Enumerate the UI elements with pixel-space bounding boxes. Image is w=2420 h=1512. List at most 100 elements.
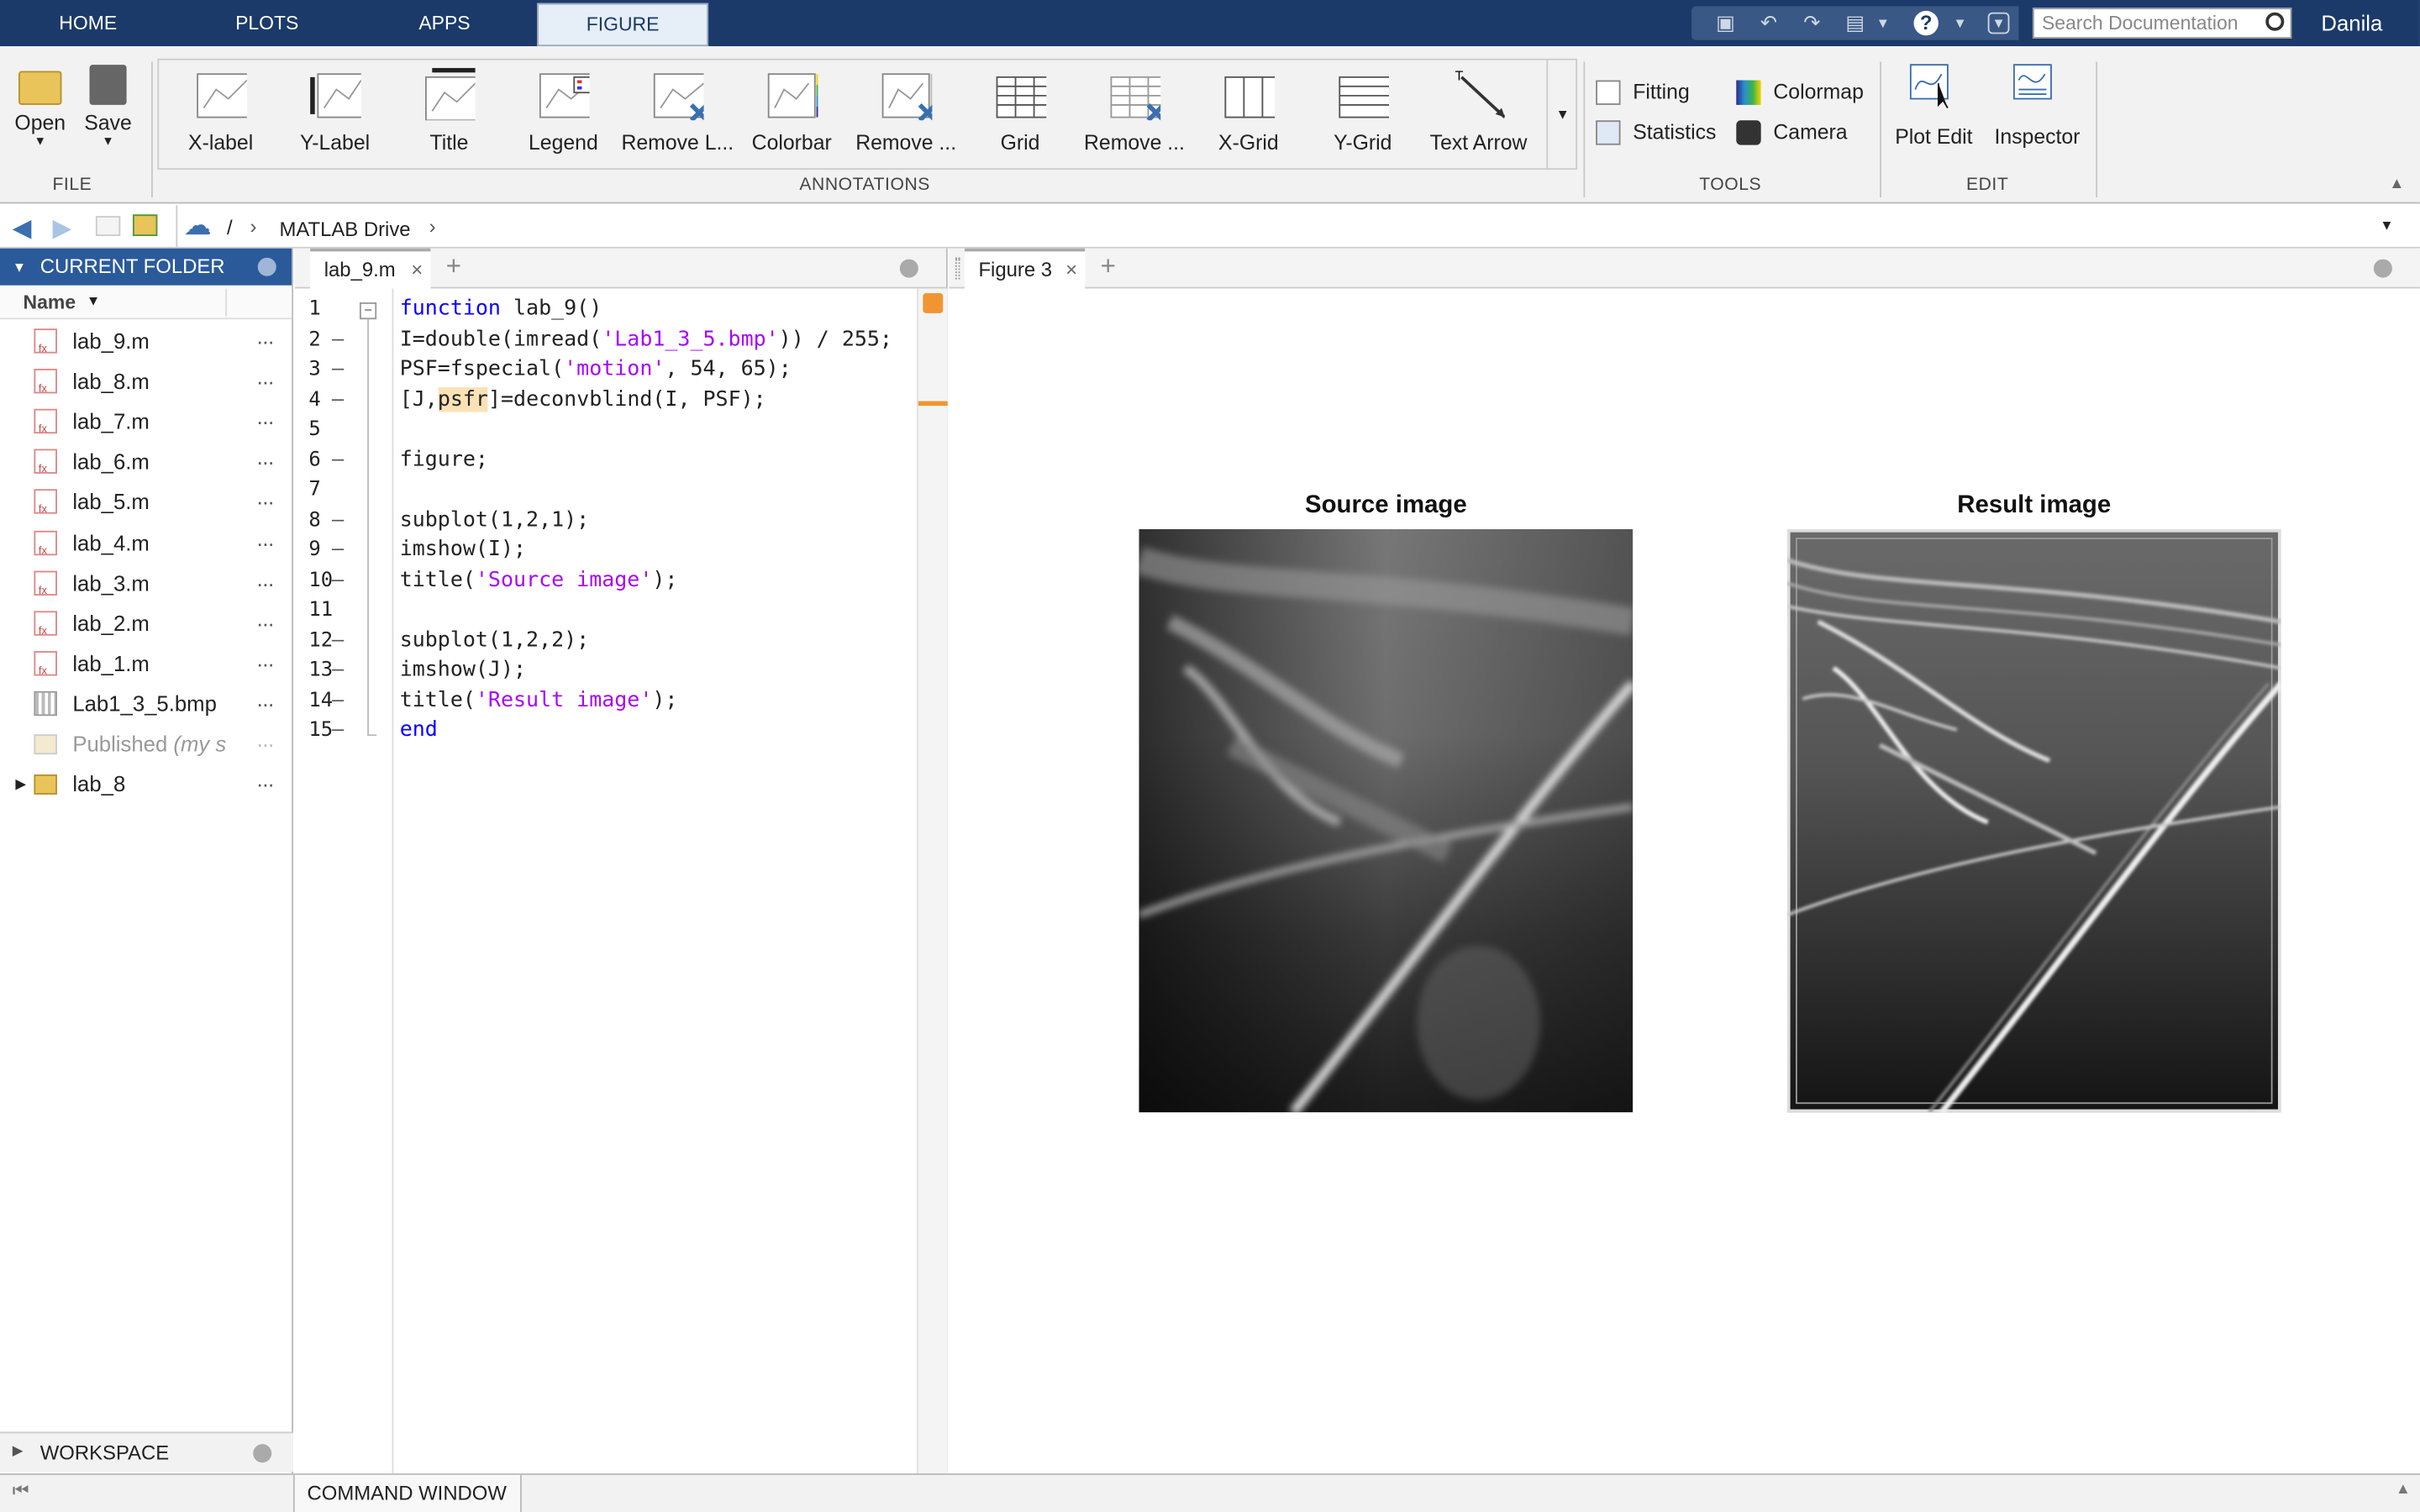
panel-menu-icon[interactable] — [257, 257, 276, 276]
statistics-button[interactable]: Statistics — [1596, 118, 1716, 149]
back-icon[interactable]: ◀ — [13, 213, 32, 244]
tab-home[interactable]: HOME — [24, 0, 151, 46]
breakpoint-marker[interactable]: – — [332, 656, 344, 686]
expand-icon[interactable]: ▶ — [13, 1442, 24, 1459]
inspector-button[interactable]: Inspector — [1988, 61, 2087, 148]
help-dropdown-icon[interactable]: ▼ — [1948, 11, 1972, 35]
xgrid-button[interactable]: X-Grid — [1197, 68, 1299, 155]
list-item[interactable]: fx lab_2.m ··· — [0, 603, 292, 643]
list-item[interactable]: Lab1_3_5.bmp ··· — [0, 683, 292, 723]
panel-menu-icon[interactable] — [2373, 259, 2392, 278]
colormap-button[interactable]: Colormap — [1736, 77, 1864, 108]
workspace-panel[interactable]: ▶ WORKSPACE — [0, 1431, 293, 1473]
user-menu[interactable]: Danila — [2321, 0, 2382, 46]
grid-button[interactable]: Grid — [969, 68, 1071, 155]
add-tab-icon[interactable]: + — [1101, 251, 1116, 282]
search-input[interactable]: Search Documentation — [2032, 8, 2292, 39]
breakpoint-marker[interactable]: – — [332, 565, 344, 596]
ygrid-button[interactable]: Y-Grid — [1312, 68, 1413, 155]
browse-folder-icon[interactable] — [132, 214, 158, 237]
tab-figure[interactable]: FIGURE — [537, 3, 709, 47]
result-image[interactable] — [1786, 528, 2281, 1113]
drag-handle-icon[interactable] — [955, 257, 960, 280]
breakpoint-marker[interactable]: – — [332, 445, 344, 475]
more-options-icon[interactable]: ··· — [256, 402, 275, 442]
list-item[interactable]: fx lab_9.m ··· — [0, 321, 292, 361]
more-options-icon[interactable]: ··· — [256, 643, 275, 684]
warning-indicator[interactable] — [923, 292, 944, 313]
tab-figure3[interactable]: Figure 3 × — [964, 248, 1086, 289]
save-button[interactable]: Save ▼ — [77, 61, 139, 148]
cloud-icon[interactable]: ☁ — [184, 210, 212, 243]
list-item[interactable]: fx lab_4.m ··· — [0, 522, 292, 563]
more-options-icon[interactable]: ··· — [256, 683, 275, 723]
plot-edit-button[interactable]: Plot Edit — [1886, 61, 1981, 148]
collapse-icon[interactable]: ▼ — [13, 249, 26, 286]
more-options-icon[interactable]: ··· — [256, 563, 275, 603]
chevron-down-icon[interactable]: ▼ — [1870, 11, 1895, 35]
up-folder-icon[interactable] — [95, 216, 121, 237]
breakpoint-marker[interactable]: – — [332, 385, 344, 415]
forward-icon[interactable]: ▶ — [52, 213, 71, 244]
collapse-left-icon[interactable]: ⏮ — [13, 1479, 29, 1503]
expand-icon[interactable]: ▶ — [15, 764, 26, 804]
fold-icon[interactable]: − — [359, 302, 377, 320]
remove-legend-button[interactable]: Remove L... — [620, 68, 734, 155]
fitting-button[interactable]: Fitting — [1596, 77, 1690, 108]
list-item[interactable]: fx lab_5.m ··· — [0, 482, 292, 522]
xlabel-button[interactable]: X-label — [170, 68, 271, 155]
list-item[interactable]: fx lab_3.m ··· — [0, 563, 292, 603]
breakpoint-marker[interactable]: – — [332, 325, 344, 355]
camera-button[interactable]: Camera — [1736, 118, 1848, 149]
more-options-icon[interactable]: ··· — [256, 522, 275, 563]
title-button[interactable]: Title — [398, 67, 500, 155]
source-image[interactable] — [1139, 528, 1634, 1113]
collapse-ribbon-icon[interactable]: ▲ — [2389, 176, 2407, 194]
list-item[interactable]: fx lab_7.m ··· — [0, 402, 292, 442]
help-icon[interactable]: ? — [1913, 10, 1939, 36]
gallery-expand-button[interactable]: ▼ — [1546, 58, 1577, 171]
breakpoint-marker[interactable]: – — [332, 535, 344, 565]
breakpoint-marker[interactable]: – — [332, 716, 344, 746]
list-item-lab8-folder[interactable]: ▶ lab_8 ··· — [0, 764, 292, 804]
legend-button[interactable]: Legend — [513, 68, 614, 155]
breakpoint-marker[interactable]: – — [332, 685, 344, 716]
column-header[interactable]: Name ▼ — [0, 285, 292, 320]
close-icon[interactable]: × — [411, 251, 423, 288]
close-icon[interactable]: × — [1065, 251, 1077, 288]
warning-marker[interactable] — [918, 401, 948, 407]
tab-plots[interactable]: PLOTS — [203, 0, 330, 46]
breakpoint-marker[interactable]: – — [332, 626, 344, 656]
more-options-icon[interactable]: ··· — [256, 764, 275, 804]
save-icon[interactable]: ▣ — [1713, 11, 1738, 35]
expand-up-icon[interactable]: ▲ — [2396, 1481, 2411, 1498]
tab-apps[interactable]: APPS — [381, 0, 508, 46]
expand-icon[interactable]: ▼ — [1987, 12, 2010, 34]
redo-icon[interactable]: ↷ — [1800, 11, 1824, 35]
breadcrumb-root[interactable]: / — [227, 216, 233, 239]
undo-icon[interactable]: ↶ — [1756, 11, 1781, 35]
panel-menu-icon[interactable] — [253, 1444, 272, 1463]
more-options-icon[interactable]: ··· — [256, 361, 275, 402]
panel-menu-icon[interactable] — [899, 259, 918, 278]
more-options-icon[interactable]: ··· — [256, 482, 275, 522]
open-button[interactable]: Open ▼ — [9, 61, 71, 148]
text-arrow-button[interactable]: T Text Arrow — [1423, 68, 1534, 155]
window-layout-icon[interactable]: ▤ — [1843, 11, 1867, 35]
list-item[interactable]: fx lab_1.m ··· — [0, 643, 292, 684]
list-item[interactable]: fx lab_6.m ··· — [0, 442, 292, 482]
breakpoint-marker[interactable]: – — [332, 506, 344, 536]
command-window-tab[interactable]: COMMAND WINDOW — [292, 1474, 522, 1512]
tab-lab9[interactable]: lab_9.m × — [310, 248, 431, 289]
address-dropdown-icon[interactable]: ▼ — [2380, 218, 2393, 233]
remove-grid-button[interactable]: Remove ... — [1081, 68, 1189, 155]
more-options-icon[interactable]: ··· — [256, 723, 275, 764]
remove-colorbar-button[interactable]: Remove ... — [852, 68, 960, 155]
more-options-icon[interactable]: ··· — [256, 442, 275, 482]
more-options-icon[interactable]: ··· — [256, 603, 275, 643]
breadcrumb-matlab-drive[interactable]: MATLAB Drive — [279, 218, 410, 241]
ylabel-button[interactable]: Y-Label — [284, 68, 386, 155]
more-options-icon[interactable]: ··· — [256, 321, 275, 361]
list-item-published[interactable]: Published (my s ··· — [0, 723, 292, 764]
breakpoint-marker[interactable]: – — [332, 354, 344, 385]
